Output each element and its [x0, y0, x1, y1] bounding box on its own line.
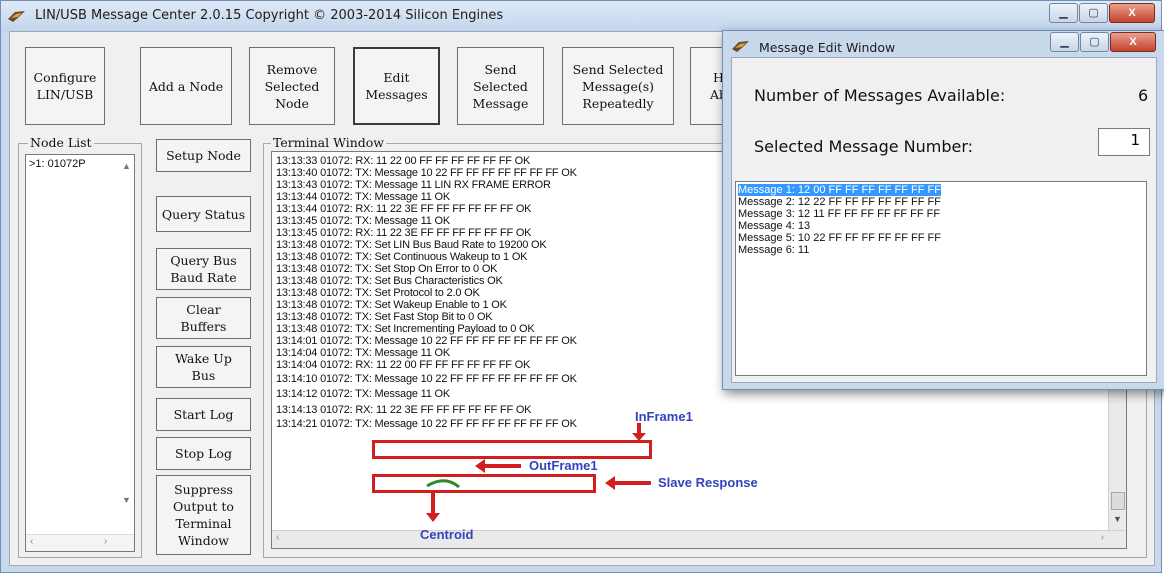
terminal-line: 13:14:12 01072: TX: Message 11 OK	[276, 388, 451, 400]
send-selected-message-button[interactable]: Send Selected Message	[457, 47, 544, 125]
close-button[interactable]: X	[1110, 32, 1156, 52]
message-list-item[interactable]: Message 5: 10 22 FF FF FF FF FF FF FF	[738, 232, 941, 244]
node-list-item[interactable]: >1: 01072P	[29, 158, 86, 170]
setup-node-button[interactable]: Setup Node	[156, 139, 251, 172]
terminal-line: 13:14:13 01072: RX: 11 22 3E FF FF FF FF…	[276, 404, 532, 416]
caption-buttons: ▁ ▢ X	[1048, 3, 1155, 23]
terminal-line: 13:13:48 01072: TX: Set Incrementing Pay…	[276, 323, 535, 335]
terminal-line: 13:13:48 01072: TX: Set Wakeup Enable to…	[276, 299, 507, 311]
terminal-line: 13:13:48 01072: TX: Set Fast Stop Bit to…	[276, 311, 493, 323]
node-listbox[interactable]: >1: 01072P ▲ ▼ ‹ ›	[25, 154, 135, 552]
caption-buttons: ▁ ▢ X	[1049, 32, 1156, 52]
message-list-item[interactable]: Message 4: 13	[738, 220, 810, 232]
terminal-line: 13:13:44 01072: TX: Message 11 OK	[276, 191, 451, 203]
selected-message-number-input[interactable]: 1	[1098, 128, 1150, 156]
scroll-left-arrow-icon[interactable]: ‹	[30, 536, 33, 547]
terminal-line: 13:14:01 01072: TX: Message 10 22 FF FF …	[276, 335, 577, 347]
message-listbox[interactable]: Message 1: 12 00 FF FF FF FF FF FF FF Me…	[735, 181, 1147, 376]
query-status-button[interactable]: Query Status	[156, 196, 251, 232]
add-a-node-button[interactable]: Add a Node	[140, 47, 232, 125]
terminal-line: 13:13:45 01072: RX: 11 22 3E FF FF FF FF…	[276, 227, 532, 239]
title-bar: LIN/USB Message Center 2.0.15 Copyright …	[1, 1, 1161, 31]
messages-available-value: 6	[1138, 86, 1149, 105]
outframe-annotation: OutFrame1	[529, 458, 598, 473]
scroll-down-arrow-icon[interactable]: ▼	[122, 495, 131, 505]
message-list-item[interactable]: Message 6: 11	[738, 244, 809, 256]
terminal-line: 13:14:04 01072: TX: Message 11 OK	[276, 347, 451, 359]
terminal-line: 13:13:44 01072: RX: 11 22 3E FF FF FF FF…	[276, 203, 532, 215]
node-list-label: Node List	[28, 135, 94, 150]
terminal-line: 13:13:48 01072: TX: Set Protocol to 2.0 …	[276, 287, 480, 299]
message-list-item[interactable]: Message 2: 12 22 FF FF FF FF FF FF FF	[738, 196, 941, 208]
app-logo-icon	[732, 41, 749, 52]
terminal-line: 13:13:43 01072: TX: Message 11 LIN RX FR…	[276, 179, 551, 191]
terminal-line: 13:14:10 01072: TX: Message 10 22 FF FF …	[276, 373, 577, 385]
window-title: LIN/USB Message Center 2.0.15 Copyright …	[35, 8, 504, 23]
maximize-button[interactable]: ▢	[1079, 3, 1108, 23]
configure-lin-usb-button[interactable]: Configure LIN/USB	[25, 47, 105, 125]
terminal-line: 13:14:04 01072: RX: 11 22 00 FF FF FF FF…	[276, 359, 531, 371]
scroll-down-arrow-icon[interactable]: ▼	[1113, 514, 1122, 524]
minimize-button[interactable]: ▁	[1049, 3, 1078, 23]
clear-buffers-button[interactable]: Clear Buffers	[156, 297, 251, 339]
scroll-thumb[interactable]	[1111, 492, 1125, 510]
suppress-output-button[interactable]: Suppress Output to Terminal Window	[156, 475, 251, 555]
terminal-line: 13:13:48 01072: TX: Set Continuous Wakeu…	[276, 251, 528, 263]
inframe-annotation: InFrame1	[635, 409, 693, 424]
terminal-hscroll[interactable]: ‹ ›	[272, 530, 1126, 548]
scroll-right-arrow-icon[interactable]: ›	[1101, 532, 1104, 543]
minimize-button[interactable]: ▁	[1050, 32, 1079, 52]
send-selected-messages-repeatedly-button[interactable]: Send Selected Message(s) Repeatedly	[562, 47, 674, 125]
start-log-button[interactable]: Start Log	[156, 398, 251, 431]
message-list-item[interactable]: Message 1: 12 00 FF FF FF FF FF FF FF	[738, 184, 941, 196]
edit-messages-button[interactable]: Edit Messages	[353, 47, 440, 125]
stop-log-button[interactable]: Stop Log	[156, 437, 251, 470]
scroll-left-arrow-icon[interactable]: ‹	[276, 532, 279, 543]
maximize-button[interactable]: ▢	[1080, 32, 1109, 52]
node-list-hscroll[interactable]: ‹ ›	[26, 534, 134, 551]
messages-available-label: Number of Messages Available:	[754, 86, 1006, 105]
terminal-line: 13:13:48 01072: TX: Set LIN Bus Baud Rat…	[276, 239, 547, 251]
selected-message-number-label: Selected Message Number:	[754, 137, 974, 156]
terminal-line: 13:13:45 01072: TX: Message 11 OK	[276, 215, 451, 227]
remove-selected-node-button[interactable]: Remove Selected Node	[249, 47, 335, 125]
slave-response-highlight-box	[372, 474, 596, 493]
terminal-line: 13:13:48 01072: TX: Set Bus Characterist…	[276, 275, 503, 287]
scroll-up-arrow-icon[interactable]: ▲	[122, 161, 131, 171]
terminal-line: 13:14:21 01072: TX: Message 10 22 FF FF …	[276, 418, 577, 430]
terminal-window-label: Terminal Window	[271, 135, 386, 150]
terminal-line: 13:13:33 01072: RX: 11 22 00 FF FF FF FF…	[276, 155, 531, 167]
app-logo-icon	[8, 11, 25, 22]
scroll-right-arrow-icon[interactable]: ›	[104, 536, 107, 547]
close-button[interactable]: X	[1109, 3, 1155, 23]
centroid-annotation: Centroid	[420, 527, 474, 542]
wake-up-bus-button[interactable]: Wake Up Bus	[156, 346, 251, 388]
message-edit-window: Message Edit Window ▁ ▢ X Number of Mess…	[722, 30, 1164, 390]
inframe-highlight-box	[372, 440, 652, 459]
message-list-item[interactable]: Message 3: 12 11 FF FF FF FF FF FF FF	[738, 208, 940, 220]
message-edit-window-title: Message Edit Window	[759, 40, 896, 55]
terminal-line: 13:13:40 01072: TX: Message 10 22 FF FF …	[276, 167, 577, 179]
query-bus-baud-rate-button[interactable]: Query Bus Baud Rate	[156, 248, 251, 290]
terminal-line: 13:13:48 01072: TX: Set Stop On Error to…	[276, 263, 498, 275]
slave-response-annotation: Slave Response	[658, 475, 758, 490]
